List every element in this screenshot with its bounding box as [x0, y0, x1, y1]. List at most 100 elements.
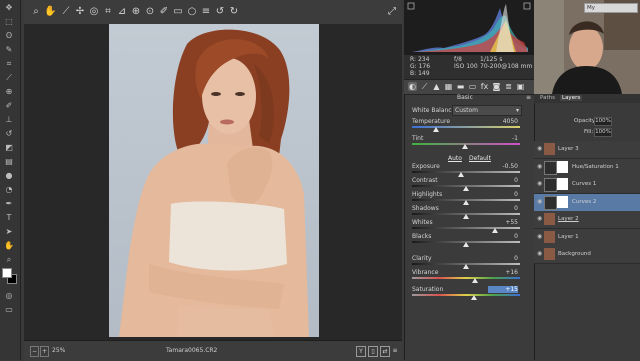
slider-value-highlights[interactable]: 0 [488, 191, 518, 198]
lens-tab-icon[interactable]: ▭ [468, 82, 477, 91]
search-field[interactable]: My [584, 3, 638, 13]
layer-row[interactable]: ◉ Curves 1 [534, 176, 640, 194]
graduated-filter-icon[interactable]: ▭ [172, 6, 184, 18]
slider-track-whites[interactable] [412, 227, 520, 229]
slider-thumb-vibrance[interactable] [471, 278, 478, 283]
slider-track-vibrance[interactable] [412, 277, 520, 279]
default-button[interactable]: Default [469, 155, 491, 162]
crop-tool-icon[interactable]: ⌗ [3, 60, 15, 68]
layer-row[interactable]: ◉ Background [534, 246, 640, 264]
eye-icon[interactable]: ◉ [537, 251, 542, 257]
move-tool-icon[interactable]: ✥ [3, 4, 15, 12]
eye-icon[interactable]: ◉ [537, 181, 542, 187]
pen-tool-icon[interactable]: ✒ [3, 200, 15, 208]
crop-icon[interactable]: ⌗ [102, 6, 114, 18]
slider-thumb-saturation[interactable] [470, 295, 477, 300]
layer-row[interactable]: ◉ Layer 3 [534, 141, 640, 159]
layer-name[interactable]: Curves 2 [572, 199, 596, 205]
slider-thumb-blacks[interactable] [463, 242, 469, 247]
presets-tab-icon[interactable]: ≣ [504, 82, 513, 91]
slider-thumb-temperature[interactable] [432, 127, 439, 132]
layer-mask-thumbnail[interactable] [557, 195, 568, 208]
slider-thumb-contrast[interactable] [463, 186, 469, 191]
preferences-icon[interactable]: ≡ [200, 6, 212, 18]
tab-layers[interactable]: Layers [560, 95, 583, 101]
eye-icon[interactable]: ◉ [537, 146, 542, 152]
basic-tab-icon[interactable]: ◐ [408, 82, 417, 91]
marquee-tool-icon[interactable]: ⬚ [3, 18, 15, 26]
gradient-tool-icon[interactable]: ▤ [3, 158, 15, 166]
layer-name[interactable]: Layer 3 [558, 146, 579, 152]
slider-value-tint[interactable]: -1 [488, 135, 518, 142]
color-sampler-icon[interactable]: ✢ [74, 6, 86, 18]
split-toning-tab-icon[interactable]: ▬ [456, 82, 465, 91]
fullscreen-icon[interactable]: ⤢ [386, 6, 398, 18]
red-eye-icon[interactable]: ⊙ [144, 6, 156, 18]
slider-track-exposure[interactable] [412, 171, 520, 173]
slider-thumb-shadows[interactable] [463, 214, 469, 219]
slider-value-contrast[interactable]: 0 [488, 177, 518, 184]
eyedropper-icon[interactable]: ⟋ [3, 74, 15, 82]
slider-value-exposure[interactable]: -0.50 [488, 163, 518, 170]
slider-value-whites[interactable]: +55 [488, 219, 518, 226]
camera-calibration-tab-icon[interactable]: ◙ [492, 82, 501, 91]
tab-paths[interactable]: Paths [540, 95, 555, 101]
fill-input[interactable]: 100% [594, 128, 612, 137]
slider-thumb-clarity[interactable] [463, 264, 469, 269]
eye-icon[interactable]: ◉ [537, 216, 542, 222]
slider-thumb-highlights[interactable] [463, 200, 469, 205]
healing-brush-icon[interactable]: ⊕ [3, 88, 15, 96]
zoom-level[interactable]: 25% [52, 346, 78, 355]
slider-value-saturation[interactable]: +15 [488, 286, 518, 293]
dodge-tool-icon[interactable]: ◔ [3, 186, 15, 194]
path-select-icon[interactable]: ➤ [3, 228, 15, 236]
foreground-color-swatch[interactable] [2, 268, 12, 278]
detail-tab-icon[interactable]: ▲ [432, 82, 441, 91]
layer-name[interactable]: Background [558, 251, 591, 257]
clone-stamp-icon[interactable]: ⊥ [3, 116, 15, 124]
brush-tool-icon[interactable]: ✐ [3, 102, 15, 110]
layer-row[interactable]: ◉ Curves 2 [534, 193, 640, 212]
eraser-tool-icon[interactable]: ◩ [3, 144, 15, 152]
fx-tab-icon[interactable]: fx [480, 82, 489, 91]
layer-name[interactable]: Layer 1 [558, 234, 579, 240]
eye-icon[interactable]: ◉ [537, 233, 542, 239]
y-toggle-button[interactable]: Y [356, 346, 366, 357]
preview-photo[interactable] [109, 24, 319, 337]
before-after-icon[interactable]: ▯ [368, 346, 378, 357]
spot-removal-icon[interactable]: ⊕ [130, 6, 142, 18]
adjustment-brush-icon[interactable]: ✐ [158, 6, 170, 18]
layer-row[interactable]: ◉ Hue/Saturation 1 [534, 158, 640, 177]
type-tool-icon[interactable]: T [3, 214, 15, 222]
blur-tool-icon[interactable]: ● [3, 172, 15, 180]
slider-value-shadows[interactable]: 0 [488, 205, 518, 212]
zoom-in-button[interactable]: + [40, 346, 49, 357]
slider-track-temperature[interactable] [412, 126, 520, 128]
snapshots-tab-icon[interactable]: ▣ [516, 82, 525, 91]
lasso-tool-icon[interactable]: ʘ [3, 32, 15, 40]
eye-icon[interactable]: ◉ [537, 163, 542, 169]
layer-name[interactable]: Curves 1 [572, 181, 596, 187]
layer-mask-thumbnail[interactable] [557, 160, 568, 173]
slider-track-saturation[interactable] [412, 294, 520, 296]
layer-name[interactable]: Hue/Saturation 1 [572, 164, 619, 170]
layer-row[interactable]: ◉ Layer 1 [534, 228, 640, 247]
zoom-icon[interactable]: ⌕ [30, 6, 42, 18]
opacity-input[interactable]: 100% [594, 117, 612, 126]
settings-menu-icon[interactable]: ≡ [391, 346, 399, 355]
slider-value-temperature[interactable]: 4050 [488, 118, 518, 125]
white-balance-select[interactable]: Custom ▾ [452, 105, 522, 116]
slider-value-vibrance[interactable]: +16 [488, 269, 518, 276]
rotate-cw-icon[interactable]: ↻ [228, 6, 240, 18]
hand-icon[interactable]: ✋ [44, 6, 56, 18]
white-balance-icon[interactable]: ⟋ [60, 6, 72, 18]
targeted-adjust-icon[interactable]: ◎ [88, 6, 100, 18]
swap-settings-icon[interactable]: ⇄ [380, 346, 390, 357]
tone-curve-tab-icon[interactable]: ⟋ [420, 82, 429, 91]
basic-menu-icon[interactable]: ≡ [526, 94, 531, 101]
radial-filter-icon[interactable]: ○ [186, 6, 198, 18]
slider-thumb-exposure[interactable] [457, 172, 464, 177]
rotate-ccw-icon[interactable]: ↺ [214, 6, 226, 18]
layer-mask-thumbnail[interactable] [557, 178, 568, 190]
zoom-out-button[interactable]: − [30, 346, 39, 357]
